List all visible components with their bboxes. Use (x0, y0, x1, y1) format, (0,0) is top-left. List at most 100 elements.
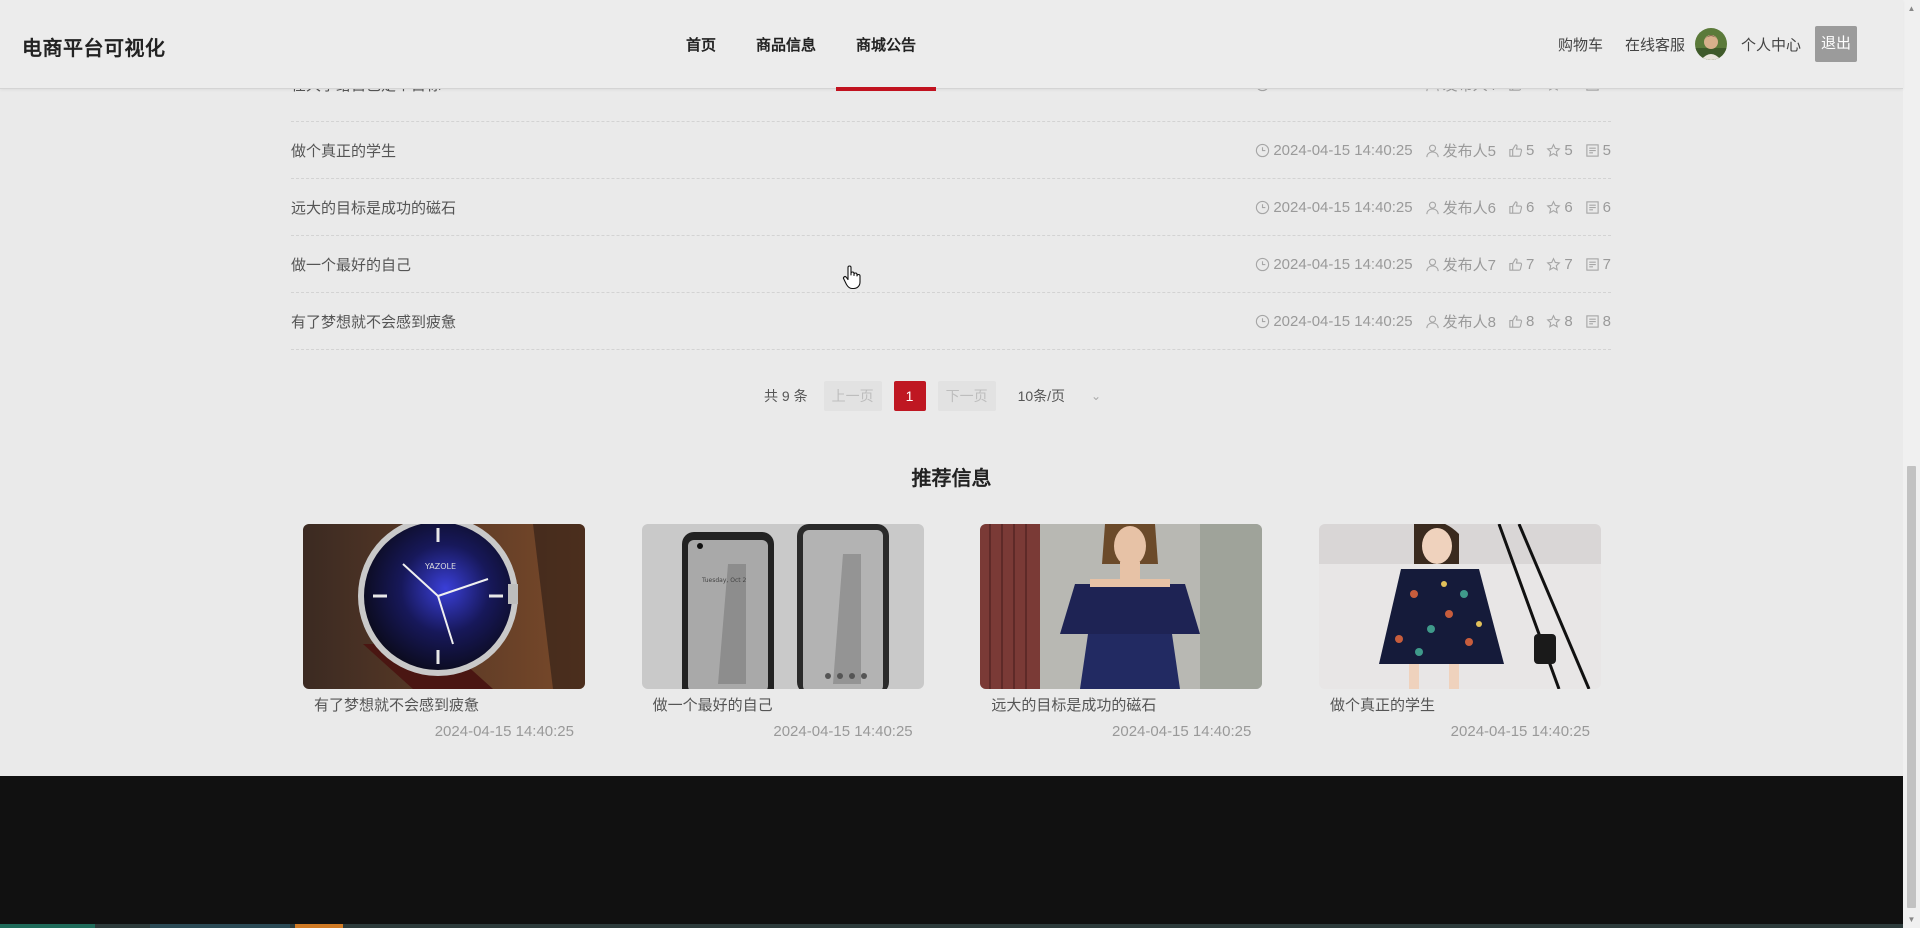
like-meta: 8 (1508, 313, 1534, 330)
list-item-meta: 2024-04-15 14:40:25 发布人5 5 5 5 (1243, 122, 1611, 178)
list-item-title[interactable]: 做个真正的学生 (291, 140, 396, 161)
user-area: 购物车 在线客服 个人中心 退出 (1558, 0, 1903, 88)
profile-link[interactable]: 个人中心 (1741, 34, 1801, 55)
fav-meta: 7 (1546, 255, 1573, 273)
user-icon (1425, 258, 1439, 271)
comment-icon (1585, 257, 1599, 271)
announcement-list: 在大学给自己定个目标 2024-04-15 14:40:25 发布人4 4 4 … (291, 66, 1611, 350)
recommend-card[interactable]: YAZOLE 有了梦想就不会感到疲惫 2024-04-15 14:40:25 (303, 524, 585, 740)
card-image[interactable]: YAZOLE (303, 524, 585, 689)
fav-count: 6 (1564, 198, 1573, 216)
time-text: 2024-04-15 14:40:25 (1273, 141, 1413, 159)
card-title[interactable]: 做一个最好的自己 (653, 694, 924, 715)
pagination: 共 9 条 上一页 1 下一页 10条/页 ⌄ (764, 380, 1101, 412)
thumb-up-icon (1509, 314, 1523, 328)
star-icon (1546, 199, 1561, 214)
scroll-up-arrow-icon[interactable]: ▲ (1903, 0, 1920, 17)
time-meta: 2024-04-15 14:40:25 (1255, 141, 1413, 159)
fav-meta: 5 (1546, 141, 1573, 159)
author-meta: 发布人8 (1425, 311, 1496, 332)
list-item-title[interactable]: 远大的目标是成功的磁石 (291, 197, 456, 218)
recommend-card[interactable]: 远大的目标是成功的磁石 2024-04-15 14:40:25 (980, 524, 1263, 740)
time-meta: 2024-04-15 14:40:25 (1255, 256, 1413, 273)
prev-page-button[interactable]: 上一页 (823, 381, 882, 411)
card-image[interactable] (1318, 524, 1601, 689)
fav-count: 7 (1564, 255, 1573, 273)
author-meta: 发布人7 (1425, 254, 1496, 275)
logout-button[interactable]: 退出 (1815, 26, 1857, 62)
page-size-value: 10条/页 (1017, 388, 1066, 404)
comment-count: 7 (1602, 255, 1611, 273)
recommend-card[interactable]: 做个真正的学生 2024-04-15 14:40:25 (1318, 524, 1601, 740)
nav-products[interactable]: 商品信息 (736, 0, 836, 88)
taskbar-strip (0, 924, 1903, 928)
comment-count: 5 (1602, 141, 1611, 159)
thumb-up-icon (1509, 200, 1523, 214)
card-time: 2024-04-15 14:40:25 (773, 723, 913, 740)
scroll-thumb[interactable] (1907, 466, 1916, 908)
card-time: 2024-04-15 14:40:25 (1112, 723, 1252, 740)
user-icon (1425, 144, 1439, 157)
avatar[interactable] (1694, 28, 1727, 60)
list-item[interactable]: 远大的目标是成功的磁石 2024-04-15 14:40:25 发布人6 6 6… (291, 179, 1611, 236)
card-title[interactable]: 做个真正的学生 (1330, 694, 1601, 715)
comment-icon (1585, 200, 1599, 214)
comment-icon (1585, 143, 1599, 157)
comment-meta: 5 (1585, 142, 1611, 159)
list-item-meta: 2024-04-15 14:40:25 发布人8 8 8 8 (1243, 293, 1611, 349)
page-size-select[interactable]: 10条/页 ⌄ (1018, 386, 1102, 406)
author-text: 发布人7 (1442, 256, 1496, 274)
main-nav: 首页 商品信息 商城公告 (666, 0, 937, 91)
author-meta: 发布人5 (1425, 140, 1496, 161)
recommend-cards: YAZOLE 有了梦想就不会感到疲惫 2024-04-15 14:40:25 T… (303, 524, 1601, 740)
scroll-down-arrow-icon[interactable]: ▼ (1903, 911, 1920, 928)
nav-home[interactable]: 首页 (666, 0, 736, 88)
star-icon (1546, 256, 1561, 271)
pagination-total: 共 9 条 (764, 388, 808, 404)
brand-title: 电商平台可视化 (22, 38, 166, 60)
comment-count: 8 (1602, 312, 1611, 330)
next-page-button[interactable]: 下一页 (937, 381, 996, 411)
list-item-title[interactable]: 做一个最好的自己 (291, 254, 411, 275)
page-number-button[interactable]: 1 (893, 381, 926, 411)
cart-link[interactable]: 购物车 (1558, 34, 1603, 55)
clock-icon (1256, 200, 1270, 214)
recommend-title: 推荐信息 (911, 468, 992, 490)
thumb-up-icon (1509, 257, 1523, 271)
nav-announcements[interactable]: 商城公告 (836, 0, 937, 91)
card-time: 2024-04-15 14:40:25 (1450, 723, 1590, 740)
top-header: 电商平台可视化 首页 商品信息 商城公告 购物车 在线客服 个人中心 退出 (0, 0, 1903, 91)
chevron-down-icon: ⌄ (1091, 389, 1102, 403)
list-item-title[interactable]: 有了梦想就不会感到疲惫 (291, 311, 456, 332)
star-icon (1546, 313, 1561, 328)
user-icon (1425, 201, 1439, 214)
card-title[interactable]: 有了梦想就不会感到疲惫 (314, 694, 585, 715)
card-image[interactable] (980, 524, 1263, 689)
list-item[interactable]: 做一个最好的自己 2024-04-15 14:40:25 发布人7 7 7 7 (291, 236, 1611, 293)
author-meta: 发布人6 (1425, 197, 1496, 218)
like-meta: 5 (1508, 142, 1534, 159)
fav-count: 5 (1564, 141, 1573, 159)
card-time: 2024-04-15 14:40:25 (434, 723, 574, 740)
comment-icon (1585, 314, 1599, 328)
like-count: 7 (1525, 255, 1535, 273)
card-title[interactable]: 远大的目标是成功的磁石 (991, 694, 1262, 715)
list-item[interactable]: 有了梦想就不会感到疲惫 2024-04-15 14:40:25 发布人8 8 8… (291, 293, 1611, 350)
author-text: 发布人5 (1442, 142, 1496, 160)
time-text: 2024-04-15 14:40:25 (1273, 198, 1413, 216)
comment-count: 6 (1602, 198, 1611, 216)
recommend-card[interactable]: Tuesday, Oct 2 做一个最好的自己 2024-04-15 14:40… (641, 524, 924, 740)
clock-icon (1256, 143, 1270, 157)
service-link[interactable]: 在线客服 (1625, 34, 1685, 55)
time-meta: 2024-04-15 14:40:25 (1255, 313, 1413, 330)
page-footer (0, 776, 1903, 928)
author-text: 发布人8 (1442, 313, 1496, 331)
list-item[interactable]: 做个真正的学生 2024-04-15 14:40:25 发布人5 5 5 5 (291, 122, 1611, 179)
comment-meta: 7 (1585, 256, 1611, 273)
fav-meta: 6 (1546, 198, 1573, 216)
vertical-scrollbar[interactable]: ▲ ▼ (1903, 0, 1920, 928)
card-image[interactable]: Tuesday, Oct 2 (641, 524, 924, 689)
svg-text:Tuesday, Oct 2: Tuesday, Oct 2 (701, 577, 747, 584)
comment-meta: 8 (1585, 313, 1611, 330)
clock-icon (1256, 257, 1270, 271)
